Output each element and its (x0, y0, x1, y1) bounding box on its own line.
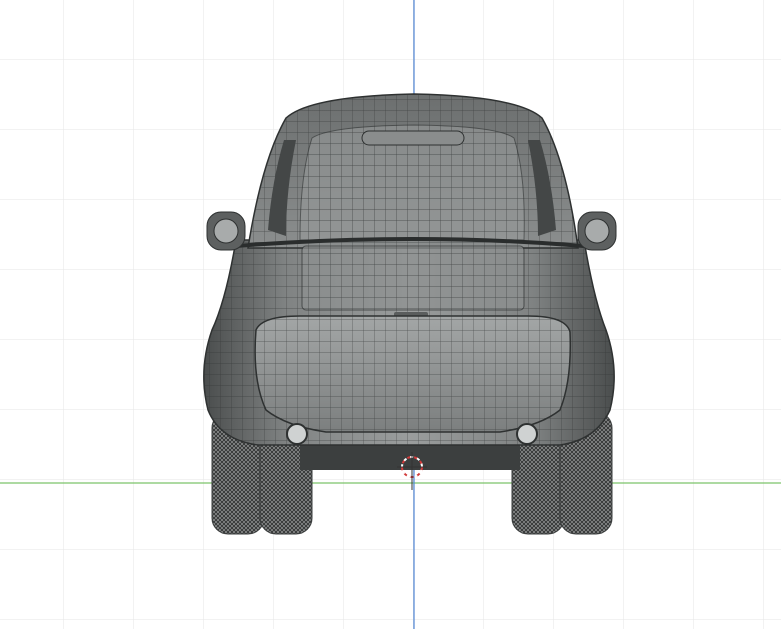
mirror-right[interactable] (577, 211, 617, 251)
viewport-canvas[interactable] (0, 0, 781, 629)
3d-viewport[interactable] (0, 0, 781, 629)
headlight-left (286, 423, 308, 445)
mirror-left[interactable] (206, 211, 246, 251)
roof-vent (361, 130, 465, 146)
headlight-right (516, 423, 538, 445)
